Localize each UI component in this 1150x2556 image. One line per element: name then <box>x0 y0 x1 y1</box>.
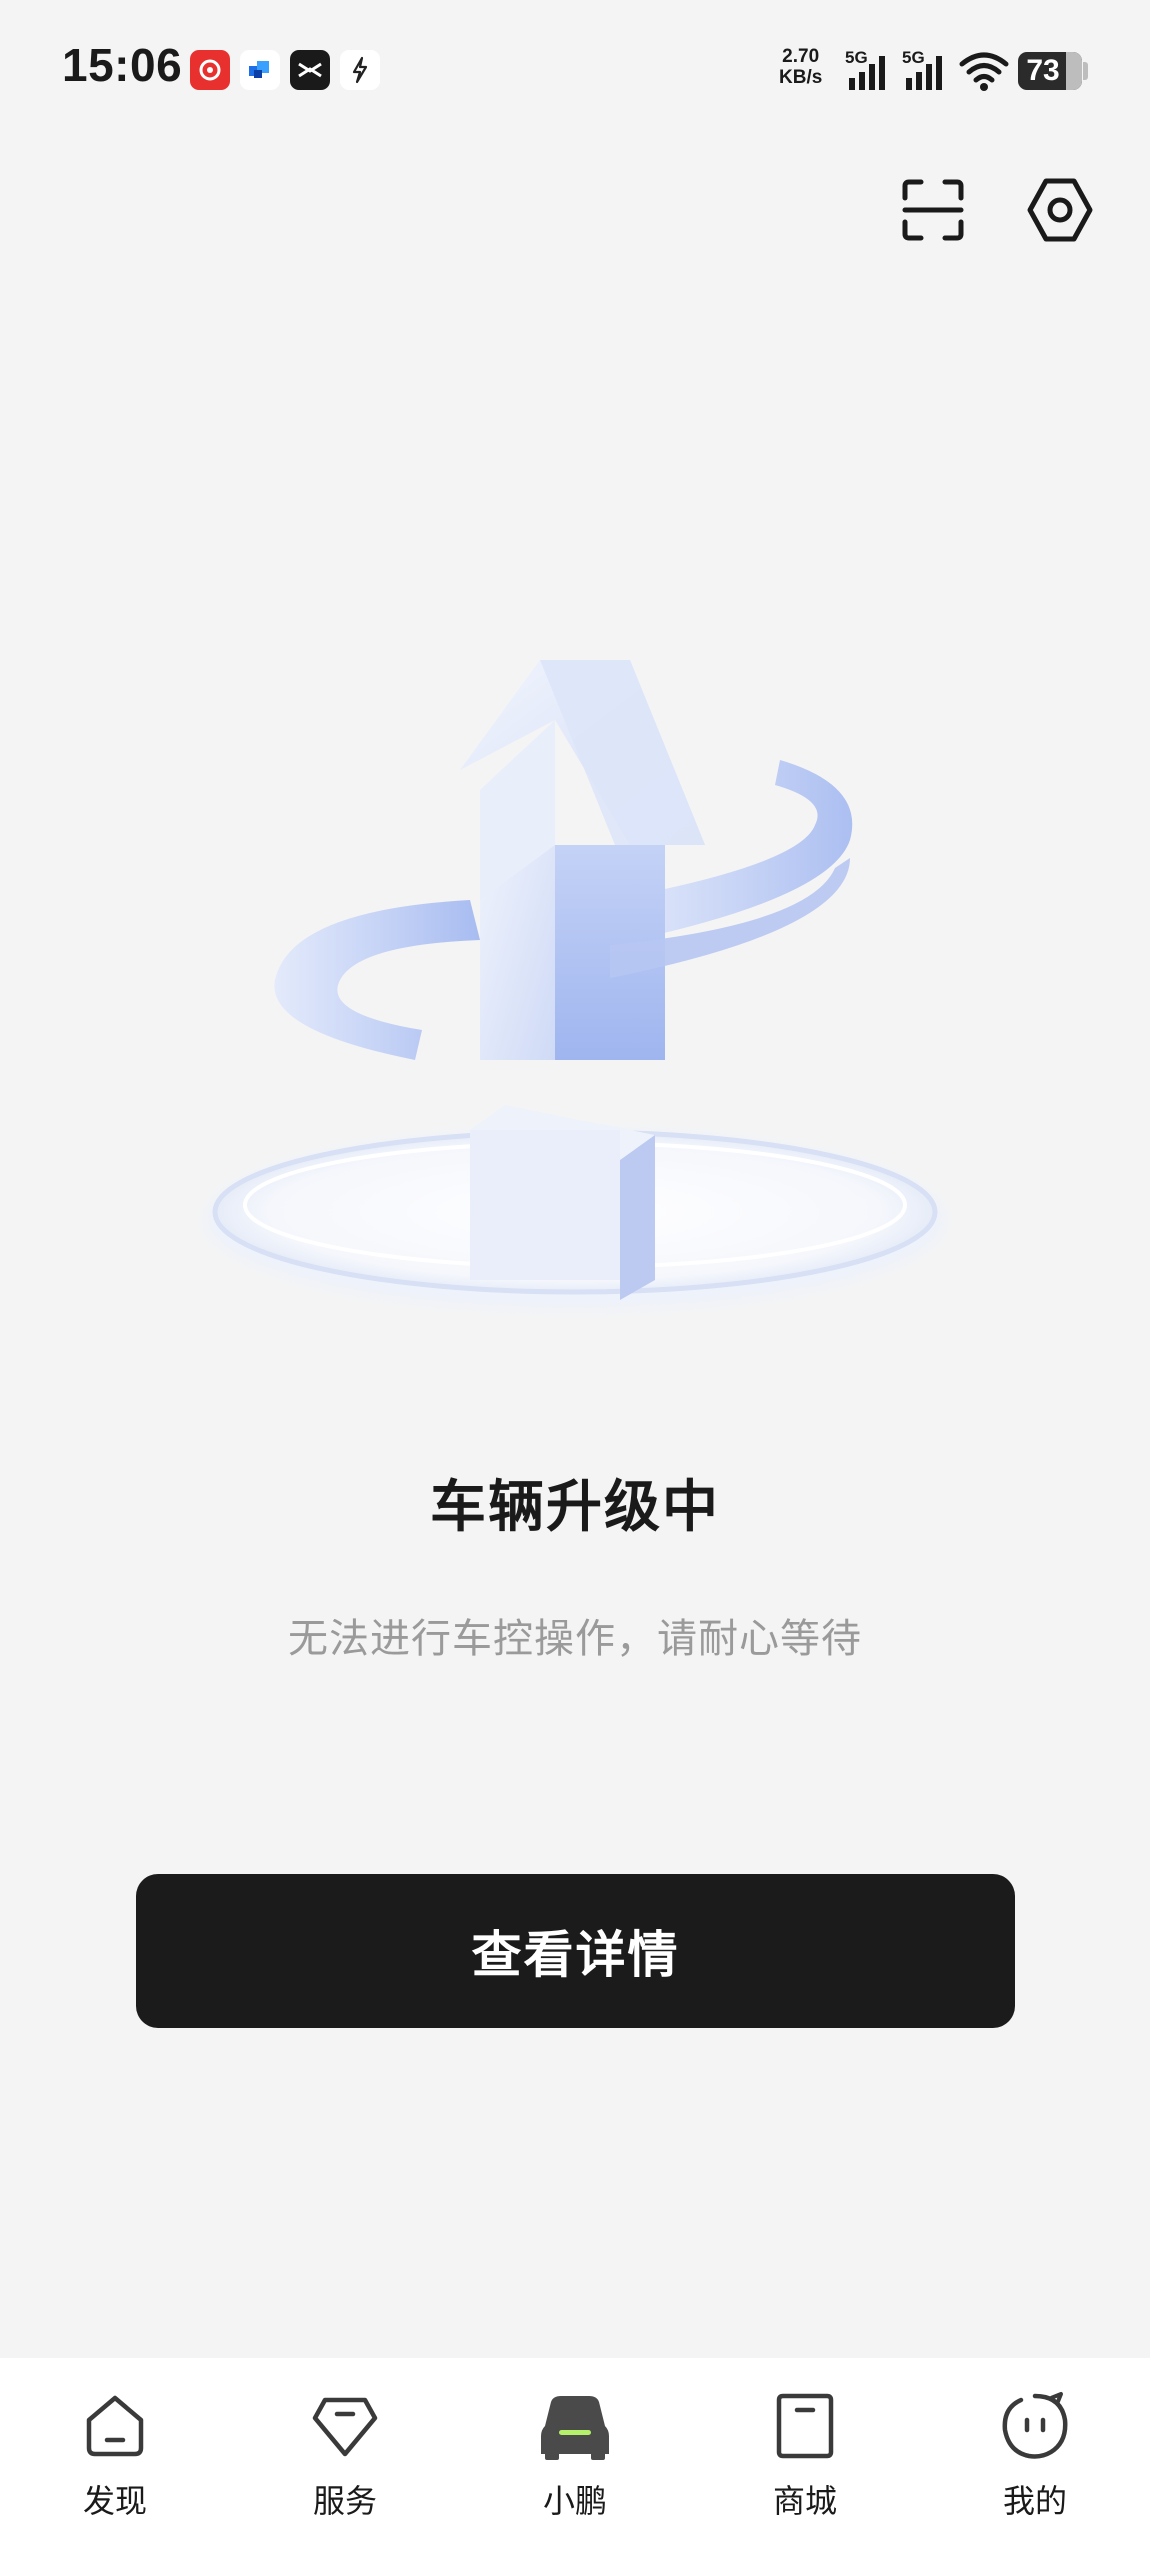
tab-label: 商城 <box>772 2482 837 2520</box>
tab-xiaopeng[interactable]: 小鹏 <box>460 2358 690 2556</box>
discover-icon <box>77 2388 153 2464</box>
netease-music-icon <box>190 50 230 90</box>
service-icon <box>307 2388 383 2464</box>
network-speed: 2.70 KB/s <box>779 46 822 88</box>
blue-app-icon <box>240 50 280 90</box>
bolt-app-icon <box>340 50 380 90</box>
battery-icon: 73 <box>1018 52 1082 90</box>
view-details-button[interactable]: 查看详情 <box>136 1874 1015 2028</box>
wifi-icon <box>958 48 1010 96</box>
tab-label: 我的 <box>1002 2482 1067 2520</box>
signal-icon: 5G <box>845 48 893 92</box>
status-time: 15:06 <box>62 39 183 91</box>
upgrade-arrow-illustration <box>160 600 990 1380</box>
page-title: 车辆升级中 <box>430 1475 720 1540</box>
battery-tip <box>1083 62 1088 80</box>
scan-button[interactable] <box>893 170 973 250</box>
tab-discover[interactable]: 发现 <box>0 2358 230 2556</box>
tab-label: 发现 <box>82 2482 147 2520</box>
hexagon-settings-icon <box>1027 178 1093 242</box>
scan-icon <box>902 179 964 241</box>
network-speed-unit: KB/s <box>779 67 823 88</box>
tab-label: 服务 <box>312 2482 377 2520</box>
battery-level: 73 <box>1026 54 1060 87</box>
car-icon <box>537 2388 613 2464</box>
bottom-tab-bar: 发现 服务 小鹏 商城 我的 <box>0 2358 1150 2556</box>
tab-service[interactable]: 服务 <box>230 2358 460 2556</box>
shop-icon <box>767 2388 843 2464</box>
page-subtitle: 无法进行车控操作，请耐心等待 <box>288 1616 862 1662</box>
signal-icon: 5G <box>902 48 950 92</box>
tab-label: 小鹏 <box>542 2482 607 2520</box>
network-speed-value: 2.70 <box>782 46 820 67</box>
settings-button[interactable] <box>1020 170 1100 250</box>
xpeng-app-icon <box>290 50 330 90</box>
tab-shop[interactable]: 商城 <box>690 2358 920 2556</box>
profile-icon <box>997 2388 1073 2464</box>
status-bar: 15:06 2.70 KB/s 5G 5G 73 <box>0 0 1150 140</box>
tab-profile[interactable]: 我的 <box>920 2358 1150 2556</box>
